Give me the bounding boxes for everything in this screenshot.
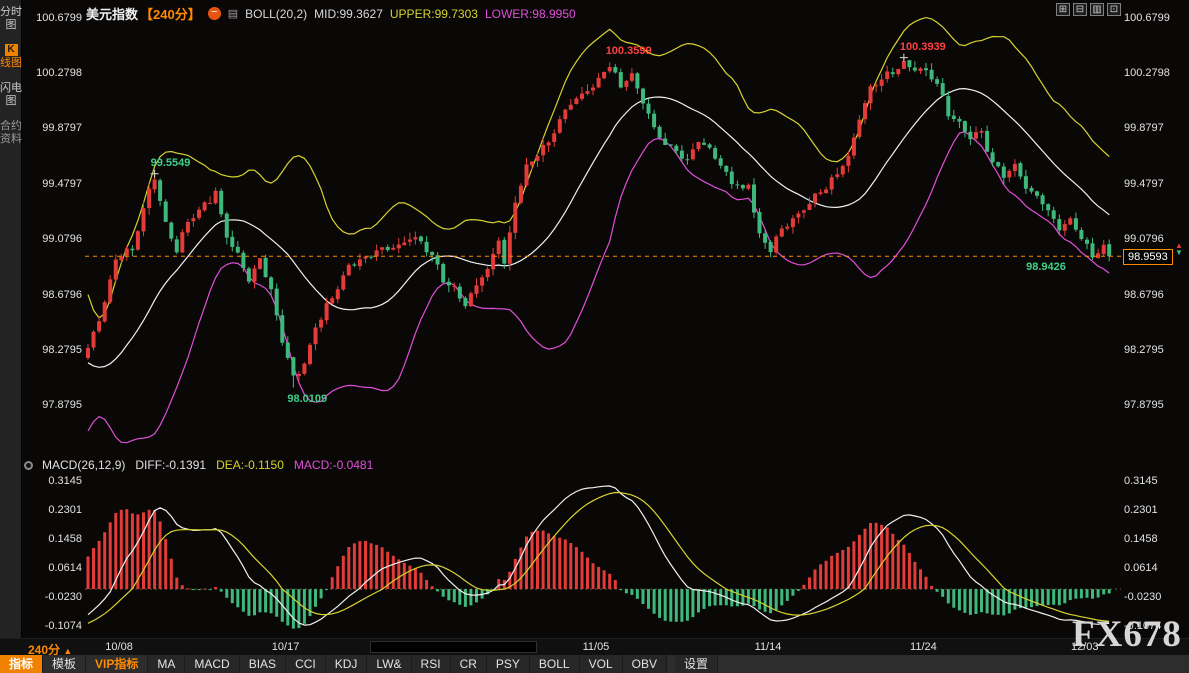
macd-macd-value: MACD:-0.0481 xyxy=(294,458,373,472)
watermark: FX678 xyxy=(1072,613,1182,656)
macd-axis-label-right: -0.0230 xyxy=(1124,591,1161,603)
toolbar-item-vip-indicators[interactable]: VIP指标 xyxy=(86,655,148,673)
toolbar-item-psy[interactable]: PSY xyxy=(487,655,530,673)
macd-axis-label-right: 0.3145 xyxy=(1124,475,1158,487)
toolbar-item-lwr[interactable]: LW& xyxy=(367,655,411,673)
price-axis-label-right: 99.4797 xyxy=(1124,178,1164,190)
boll-indicator-label: BOLL(20,2) xyxy=(245,7,307,21)
price-axis-label-right: 100.6799 xyxy=(1124,12,1170,24)
price-axis-label-right: 97.8795 xyxy=(1124,399,1164,411)
toolbar-item-boll[interactable]: BOLL xyxy=(530,655,580,673)
macd-axis-label-right: 0.0614 xyxy=(1124,562,1158,574)
layout-single-icon[interactable]: ⊡ xyxy=(1107,3,1121,16)
time-axis: 240分 ▲ 10/0810/1711/0511/1411/2412/03 xyxy=(0,638,1189,655)
boll-mid-value: MID:99.3627 xyxy=(314,7,383,21)
current-price-box: 98.9593 xyxy=(1123,249,1173,265)
time-axis-label: 11/14 xyxy=(755,641,782,653)
macd-axis-label-right: 0.2301 xyxy=(1124,504,1158,516)
trading-app: 分时图 K线图 闪电图 合约资料 美元指数 【240分】 − ▤ BOLL(20… xyxy=(0,0,1189,673)
window-layout-controls: ⊞ ⊟ ▥ ⊡ xyxy=(1056,3,1121,16)
horizontal-scrollbar-thumb[interactable] xyxy=(370,641,537,653)
annotation-99.5549: 99.5549 xyxy=(151,157,191,169)
boll-lower-value: LOWER:98.9950 xyxy=(485,7,576,21)
toolbar-item-settings[interactable]: 设置 xyxy=(675,655,718,673)
toolbar-item-rsi[interactable]: RSI xyxy=(412,655,451,673)
price-axis-label-left: 97.8795 xyxy=(24,399,82,411)
layout-split-vertical-icon[interactable]: ▥ xyxy=(1090,3,1104,16)
time-axis-label: 11/05 xyxy=(583,641,610,653)
macd-axis-label-left: -0.1074 xyxy=(24,620,82,632)
toolbar-item-macd[interactable]: MACD xyxy=(185,655,239,673)
price-axis-label-right: 99.0796 xyxy=(1124,233,1164,245)
sidebar-tab-lightning-chart[interactable]: 闪电图 xyxy=(0,82,22,108)
kline-tab-label: 线图 xyxy=(0,57,22,69)
toolbar-item-templates[interactable]: 模板 xyxy=(43,655,86,673)
toolbar-item-vol[interactable]: VOL xyxy=(580,655,623,673)
price-axis-label-left: 99.4797 xyxy=(24,178,82,190)
remove-overlay-icon[interactable]: − xyxy=(208,7,221,20)
chart-canvas[interactable] xyxy=(0,0,1189,655)
macd-axis-label-left: 0.2301 xyxy=(24,504,82,516)
price-axis-label-right: 99.8797 xyxy=(1124,122,1164,134)
annotation-100.3939: 100.3939 xyxy=(900,41,946,53)
macd-dea-value: DEA:-0.1150 xyxy=(216,458,284,472)
macd-axis-label-left: -0.0230 xyxy=(24,591,82,603)
macd-diff-value: DIFF:-0.1391 xyxy=(135,458,206,472)
annotation-98.0109: 98.0109 xyxy=(287,393,327,405)
left-sidebar: 分时图 K线图 闪电图 合约资料 xyxy=(0,0,22,638)
symbol-title: 美元指数 xyxy=(86,4,138,23)
price-axis-label-left: 99.0796 xyxy=(24,233,82,245)
time-axis-label: 11/24 xyxy=(910,641,937,653)
price-axis-label-right: 100.2798 xyxy=(1124,67,1170,79)
chart-header: 美元指数 【240分】 − ▤ BOLL(20,2) MID:99.3627 U… xyxy=(86,4,576,23)
macd-axis-label-left: 0.0614 xyxy=(24,562,82,574)
toolbar-item-cr[interactable]: CR xyxy=(451,655,487,673)
price-axis-label-left: 100.2798 xyxy=(24,67,82,79)
sidebar-tab-contract-info[interactable]: 合约资料 xyxy=(0,120,22,146)
toolbar-item-cci[interactable]: CCI xyxy=(286,655,326,673)
macd-axis-label-right: 0.1458 xyxy=(1124,533,1158,545)
sidebar-tab-kline-chart[interactable]: K线图 xyxy=(0,44,22,70)
k-badge: K xyxy=(5,44,18,56)
bottom-toolbar: 指标模板VIP指标MAMACDBIASCCIKDJLW&RSICRPSYBOLL… xyxy=(0,655,1189,673)
price-axis-label-left: 100.6799 xyxy=(24,12,82,24)
period-tag: 【240分】 xyxy=(140,4,201,23)
annotation-100.3599: 100.3599 xyxy=(606,45,652,57)
toolbar-item-indicators[interactable]: 指标 xyxy=(0,655,43,673)
annotation-98.9426: 98.9426 xyxy=(1026,261,1066,273)
macd-axis-label-left: 0.3145 xyxy=(24,475,82,487)
price-axis-label-right: 98.2795 xyxy=(1124,344,1164,356)
toolbar-item-kdj[interactable]: KDJ xyxy=(326,655,368,673)
macd-header: MACD(26,12,9) DIFF:-0.1391 DEA:-0.1150 M… xyxy=(42,458,373,472)
price-axis-label-left: 98.6796 xyxy=(24,289,82,301)
layout-split-horizontal-icon[interactable]: ⊟ xyxy=(1073,3,1087,16)
price-axis-label-left: 99.8797 xyxy=(24,122,82,134)
price-direction-icon: ▲▼ xyxy=(1175,242,1183,256)
indicator-chip-icon: ▤ xyxy=(228,7,238,20)
price-axis-label-right: 98.6796 xyxy=(1124,289,1164,301)
layout-grid-icon[interactable]: ⊞ xyxy=(1056,3,1070,16)
macd-axis-label-left: 0.1458 xyxy=(24,533,82,545)
time-axis-label: 10/08 xyxy=(105,641,133,653)
toolbar-item-obv[interactable]: OBV xyxy=(623,655,667,673)
toolbar-item-bias[interactable]: BIAS xyxy=(240,655,286,673)
sidebar-tab-time-chart[interactable]: 分时图 xyxy=(0,6,22,32)
price-axis-label-left: 98.2795 xyxy=(24,344,82,356)
time-axis-label: 10/17 xyxy=(272,641,300,653)
toolbar-item-ma[interactable]: MA xyxy=(148,655,185,673)
macd-indicator-label: MACD(26,12,9) xyxy=(42,458,125,472)
boll-upper-value: UPPER:99.7303 xyxy=(390,7,478,21)
macd-panel-toggle-icon[interactable] xyxy=(24,461,33,470)
